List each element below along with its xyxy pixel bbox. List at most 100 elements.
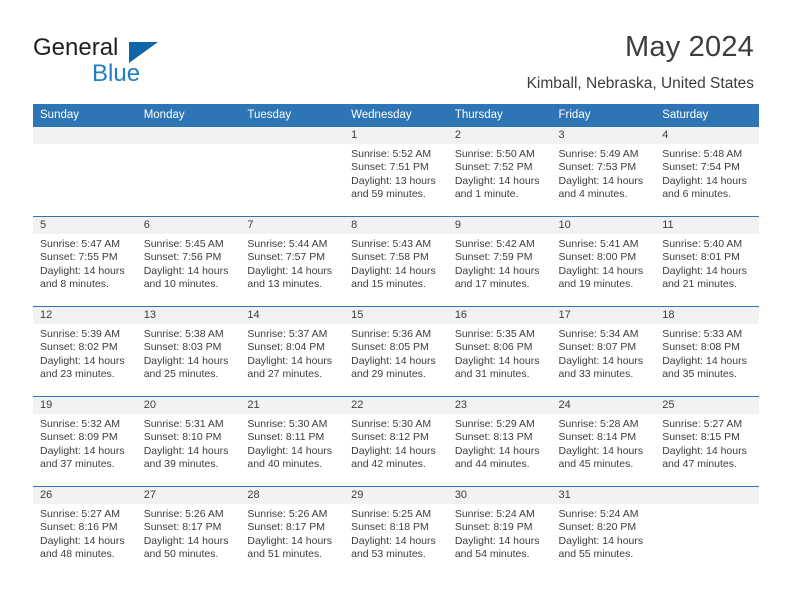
sunset-text: Sunset: 7:56 PM bbox=[143, 251, 222, 264]
day-details: Sunrise: 5:40 AM Sunset: 8:01 PM Daylight:… bbox=[655, 234, 759, 292]
daylight-text-line2: and 19 minutes. bbox=[558, 278, 634, 291]
calendar-day-cell[interactable]: 28 Sunrise: 5:26 AM Sunset: 8:17 PM Dayligh… bbox=[240, 486, 345, 577]
day-number: 22 bbox=[344, 397, 448, 414]
day-details: Sunrise: 5:34 AM Sunset: 8:07 PM Daylight:… bbox=[552, 324, 656, 382]
daylight-text-line2: and 47 minutes. bbox=[662, 458, 737, 471]
day-number: 17 bbox=[551, 307, 656, 324]
day-details: Sunrise: 5:29 AM Sunset: 8:13 PM Daylight:… bbox=[448, 414, 552, 472]
calendar-day-cell[interactable]: 13 Sunrise: 5:38 AM Sunset: 8:03 PM Dayligh… bbox=[136, 306, 241, 397]
day-number: 14 bbox=[240, 307, 345, 324]
sunrise-text: Sunrise: 5:50 AM bbox=[454, 148, 535, 160]
calendar-day-cell[interactable]: 8 Sunrise: 5:43 AM Sunset: 7:58 PM Daylight… bbox=[344, 216, 448, 307]
calendar-day-cell[interactable]: 23 Sunrise: 5:29 AM Sunset: 8:13 PM Dayligh… bbox=[447, 396, 552, 487]
calendar-day-cell[interactable]: 20 Sunrise: 5:31 AM Sunset: 8:10 PM Dayligh… bbox=[136, 396, 241, 487]
calendar-day-cell[interactable]: 16 Sunrise: 5:35 AM Sunset: 8:06 PM Dayligh… bbox=[447, 306, 552, 397]
daylight-text-line2: and 31 minutes. bbox=[454, 368, 530, 381]
daylight-text-line1: Daylight: 14 hours bbox=[454, 444, 540, 457]
daylight-text-line1: Daylight: 14 hours bbox=[558, 444, 644, 457]
calendar-day-cell[interactable]: 26 Sunrise: 5:27 AM Sunset: 8:16 PM Dayligh… bbox=[33, 486, 137, 577]
calendar-day-cell[interactable]: 5 Sunrise: 5:47 AM Sunset: 7:55 PM Daylight… bbox=[33, 216, 137, 307]
day-details: Sunrise: 5:33 AM Sunset: 8:08 PM Daylight:… bbox=[655, 324, 759, 382]
calendar-day-cell[interactable]: 7 Sunrise: 5:44 AM Sunset: 7:57 PM Daylight… bbox=[240, 216, 345, 307]
daylight-text-line2: and 13 minutes. bbox=[247, 278, 323, 291]
calendar-day-cell[interactable]: 9 Sunrise: 5:42 AM Sunset: 7:59 PM Daylight… bbox=[447, 216, 552, 307]
daylight-text-line2: and 44 minutes. bbox=[454, 458, 530, 471]
calendar-day-cell[interactable]: 24 Sunrise: 5:28 AM Sunset: 8:14 PM Dayligh… bbox=[551, 396, 656, 487]
daylight-text-line2: and 1 minute. bbox=[454, 188, 519, 201]
sunset-text: Sunset: 8:07 PM bbox=[558, 341, 637, 354]
day-number: 24 bbox=[551, 397, 656, 414]
sunset-text: Sunset: 8:06 PM bbox=[454, 341, 533, 354]
calendar-day-cell[interactable]: 12 Sunrise: 5:39 AM Sunset: 8:02 PM Dayligh… bbox=[33, 306, 137, 397]
calendar-day-cell[interactable]: 6 Sunrise: 5:45 AM Sunset: 7:56 PM Daylight… bbox=[136, 216, 241, 307]
calendar-day-cell[interactable]: 14 Sunrise: 5:37 AM Sunset: 8:04 PM Dayligh… bbox=[240, 306, 345, 397]
calendar-cell-empty bbox=[240, 126, 345, 217]
calendar-day-cell[interactable]: 21 Sunrise: 5:30 AM Sunset: 8:11 PM Dayligh… bbox=[240, 396, 345, 487]
sunrise-text: Sunrise: 5:26 AM bbox=[247, 508, 328, 520]
sunrise-text: Sunrise: 5:34 AM bbox=[558, 328, 639, 340]
calendar-day-cell[interactable]: 22 Sunrise: 5:30 AM Sunset: 8:12 PM Dayligh… bbox=[344, 396, 448, 487]
day-number bbox=[655, 487, 759, 504]
sunrise-text: Sunrise: 5:35 AM bbox=[454, 328, 535, 340]
daylight-text-line1: Daylight: 14 hours bbox=[351, 534, 436, 547]
calendar-day-cell[interactable]: 4 Sunrise: 5:48 AM Sunset: 7:54 PM Daylight… bbox=[655, 126, 759, 217]
day-number: 10 bbox=[551, 217, 656, 234]
calendar-day-cell[interactable]: 15 Sunrise: 5:36 AM Sunset: 8:05 PM Dayligh… bbox=[344, 306, 448, 397]
sunset-text: Sunset: 8:17 PM bbox=[247, 521, 326, 534]
daylight-text-line2: and 37 minutes. bbox=[40, 458, 115, 471]
sunrise-text: Sunrise: 5:52 AM bbox=[351, 148, 432, 160]
calendar-day-cell[interactable]: 17 Sunrise: 5:34 AM Sunset: 8:07 PM Dayligh… bbox=[551, 306, 656, 397]
daylight-text-line2: and 55 minutes. bbox=[558, 548, 634, 561]
sunrise-text: Sunrise: 5:40 AM bbox=[662, 238, 743, 250]
day-details: Sunrise: 5:26 AM Sunset: 8:17 PM Daylight:… bbox=[137, 504, 241, 562]
day-number: 8 bbox=[344, 217, 448, 234]
daylight-text-line1: Daylight: 14 hours bbox=[558, 534, 644, 547]
sunrise-text: Sunrise: 5:30 AM bbox=[247, 418, 328, 430]
daylight-text-line1: Daylight: 14 hours bbox=[247, 264, 333, 277]
sunrise-text: Sunrise: 5:39 AM bbox=[40, 328, 120, 340]
calendar-day-cell[interactable]: 3 Sunrise: 5:49 AM Sunset: 7:53 PM Daylight… bbox=[551, 126, 656, 217]
day-number: 11 bbox=[655, 217, 759, 234]
day-details: Sunrise: 5:27 AM Sunset: 8:15 PM Daylight:… bbox=[655, 414, 759, 472]
daylight-text-line2: and 10 minutes. bbox=[143, 278, 219, 291]
day-number: 15 bbox=[344, 307, 448, 324]
sunrise-text: Sunrise: 5:49 AM bbox=[558, 148, 639, 160]
calendar-day-cell[interactable]: 27 Sunrise: 5:26 AM Sunset: 8:17 PM Dayligh… bbox=[136, 486, 241, 577]
calendar-day-cell[interactable]: 29 Sunrise: 5:25 AM Sunset: 8:18 PM Dayligh… bbox=[344, 486, 448, 577]
calendar-day-cell[interactable]: 31 Sunrise: 5:24 AM Sunset: 8:20 PM Dayligh… bbox=[551, 486, 656, 577]
general-blue-logo[interactable]: General Blue bbox=[33, 34, 263, 90]
calendar-day-cell[interactable]: 18 Sunrise: 5:33 AM Sunset: 8:08 PM Dayligh… bbox=[655, 306, 759, 397]
day-number bbox=[240, 127, 345, 144]
calendar-day-cell[interactable]: 2 Sunrise: 5:50 AM Sunset: 7:52 PM Daylight… bbox=[447, 126, 552, 217]
day-details: Sunrise: 5:48 AM Sunset: 7:54 PM Daylight:… bbox=[655, 144, 759, 202]
daylight-text-line2: and 48 minutes. bbox=[40, 548, 115, 561]
day-number: 9 bbox=[447, 217, 552, 234]
sunset-text: Sunset: 8:16 PM bbox=[40, 521, 118, 534]
daylight-text-line2: and 27 minutes. bbox=[247, 368, 323, 381]
daylight-text-line2: and 15 minutes. bbox=[351, 278, 426, 291]
calendar-day-cell[interactable]: 1 Sunrise: 5:52 AM Sunset: 7:51 PM Daylight… bbox=[344, 126, 448, 217]
sunrise-text: Sunrise: 5:48 AM bbox=[662, 148, 743, 160]
daylight-text-line1: Daylight: 14 hours bbox=[143, 534, 229, 547]
calendar-day-cell[interactable]: 11 Sunrise: 5:40 AM Sunset: 8:01 PM Dayligh… bbox=[655, 216, 759, 307]
calendar-body: 1 Sunrise: 5:52 AM Sunset: 7:51 PM Daylight… bbox=[33, 126, 759, 577]
day-number: 18 bbox=[655, 307, 759, 324]
calendar-day-cell[interactable]: 25 Sunrise: 5:27 AM Sunset: 8:15 PM Dayligh… bbox=[655, 396, 759, 487]
daylight-text-line1: Daylight: 14 hours bbox=[558, 264, 644, 277]
day-number: 6 bbox=[136, 217, 241, 234]
calendar-cell-empty bbox=[136, 126, 241, 217]
weekday-header-friday: Friday bbox=[551, 104, 656, 127]
calendar-day-cell[interactable]: 10 Sunrise: 5:41 AM Sunset: 8:00 PM Dayligh… bbox=[551, 216, 656, 307]
calendar-day-cell[interactable]: 19 Sunrise: 5:32 AM Sunset: 8:09 PM Dayligh… bbox=[33, 396, 137, 487]
weekday-header-monday: Monday bbox=[136, 104, 241, 127]
sunrise-text: Sunrise: 5:27 AM bbox=[40, 508, 120, 520]
sunset-text: Sunset: 7:54 PM bbox=[662, 161, 740, 174]
weekday-header-thursday: Thursday bbox=[447, 104, 552, 127]
day-details: Sunrise: 5:41 AM Sunset: 8:00 PM Daylight:… bbox=[552, 234, 656, 292]
day-number: 31 bbox=[551, 487, 656, 504]
daylight-text-line1: Daylight: 14 hours bbox=[351, 444, 436, 457]
sunset-text: Sunset: 8:19 PM bbox=[454, 521, 533, 534]
calendar-day-cell[interactable]: 30 Sunrise: 5:24 AM Sunset: 8:19 PM Dayligh… bbox=[447, 486, 552, 577]
daylight-text-line1: Daylight: 14 hours bbox=[558, 174, 644, 187]
day-number: 5 bbox=[33, 217, 137, 234]
